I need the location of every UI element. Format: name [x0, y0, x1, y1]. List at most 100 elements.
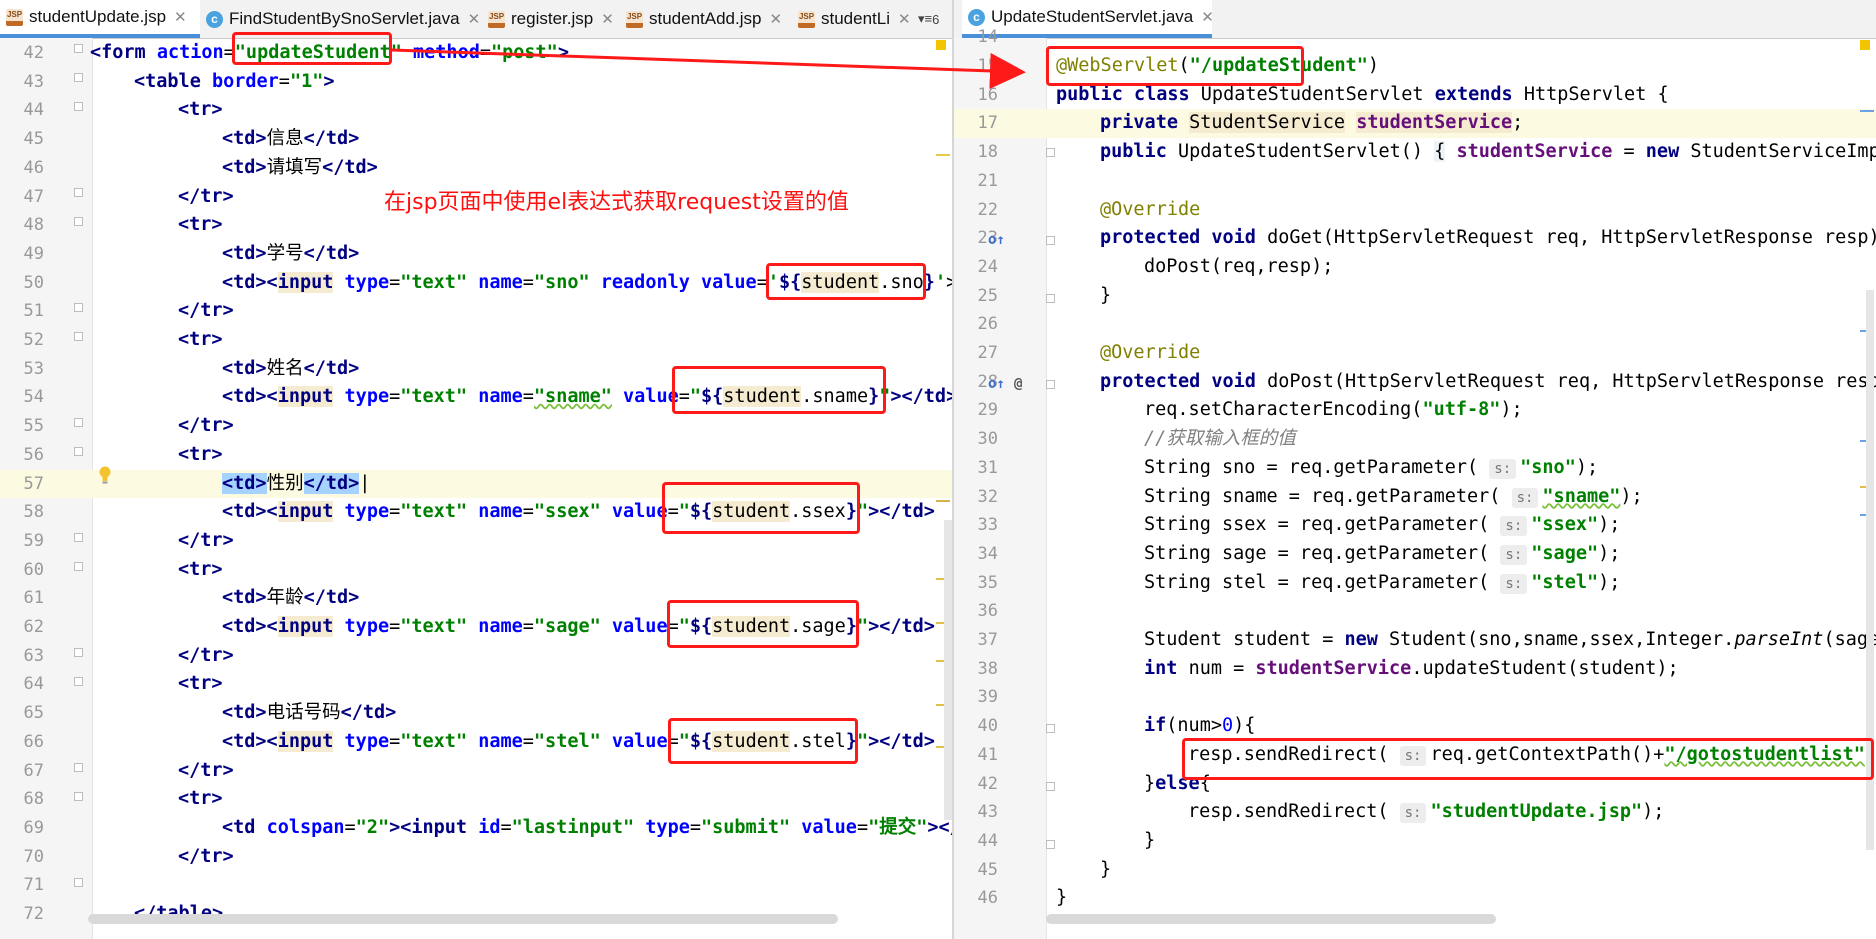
close-icon[interactable]: ✕: [174, 8, 187, 26]
code-line: 46 <td>请填写</td>: [23, 156, 378, 178]
left-tab-bar: JSP studentUpdate.jsp ✕ c FindStudentByS…: [0, 0, 952, 39]
code-line: 43 resp.sendRedirect( s: "studentUpdate.js…: [977, 801, 1665, 824]
tab-findstudentbysnoservlet[interactable]: c FindStudentBySnoServlet.java ✕: [200, 0, 482, 38]
code-line: 62 <td><input type="text" name="sage" val…: [23, 616, 935, 637]
code-line: 40 if(num>0){: [977, 715, 1256, 737]
java-editor-pane[interactable]: c UpdateStudentServlet.java ✕ 14 15 @WebS…: [952, 0, 1876, 939]
at-sign-icon[interactable]: @: [1014, 376, 1022, 392]
marker[interactable]: [1860, 110, 1874, 112]
java-class-icon: c: [206, 10, 223, 28]
fold-marker[interactable]: [74, 763, 83, 772]
code-line: 28 protected void doPost(HttpServletReque…: [977, 370, 1876, 392]
code-line: 34 String sage = req.getParameter( s: "sag…: [977, 542, 1621, 565]
fold-marker[interactable]: [1046, 782, 1055, 791]
fold-marker[interactable]: [74, 332, 83, 341]
code-line: 52 <tr>: [23, 329, 223, 350]
fold-marker[interactable]: [74, 677, 83, 686]
warning-stripe-icon[interactable]: [936, 40, 946, 50]
code-line: 42}else{: [977, 772, 1211, 794]
fold-marker[interactable]: [74, 217, 83, 226]
code-line: 45}: [977, 858, 1112, 880]
fold-marker[interactable]: [74, 418, 83, 427]
code-line: 58 <td><input type="text" name="ssex" val…: [23, 501, 935, 523]
jsp-file-icon: JSP: [626, 10, 643, 28]
fold-marker[interactable]: [1046, 294, 1055, 303]
code-line: 14: [977, 27, 998, 47]
code-line: 32 String sname = req.getParameter( s: "sn…: [977, 485, 1643, 508]
code-line-current: 57 <td>性别</td>|: [0, 469, 952, 499]
lightbulb-icon[interactable]: [98, 466, 112, 484]
code-line: 67 </tr>: [23, 759, 234, 781]
override-gutter-icon[interactable]: o↑: [988, 376, 1005, 392]
tab-label: studentUpdate.jsp: [29, 7, 167, 26]
code-line: 41 resp.sendRedirect( s: req.getContextPat…: [977, 743, 1876, 766]
code-line: 25}: [977, 284, 1112, 306]
code-line: 64 <tr>: [23, 673, 223, 695]
horizontal-scrollbar[interactable]: [88, 914, 838, 924]
fold-marker[interactable]: [1046, 840, 1055, 849]
fold-marker[interactable]: [74, 188, 83, 197]
fold-marker[interactable]: [74, 562, 83, 571]
code-line: 46}: [977, 887, 1068, 909]
tab-studentadd-jsp[interactable]: JSP studentAdd.jsp ✕: [620, 0, 792, 38]
tab-register-jsp[interactable]: JSP register.jsp ✕: [482, 0, 620, 38]
jsp-editor-pane[interactable]: JSP studentUpdate.jsp ✕ c FindStudentByS…: [0, 0, 952, 939]
code-line: 29 req.setCharacterEncoding("utf-8");: [977, 399, 1523, 421]
code-line: 43 <table border="1">: [23, 70, 335, 92]
fold-marker[interactable]: [74, 73, 83, 82]
fold-marker[interactable]: [74, 303, 83, 312]
tab-studentupdate-jsp[interactable]: JSP studentUpdate.jsp ✕: [0, 0, 200, 38]
chevron-down-icon: ▾≡: [918, 11, 933, 26]
horizontal-scrollbar[interactable]: [1046, 914, 1496, 924]
vertical-scrollbar[interactable]: [944, 520, 952, 820]
java-code-area[interactable]: 14 15 @WebServlet("/updateStudent") 16 pub…: [954, 27, 1876, 939]
code-line: 36: [977, 601, 998, 622]
fold-marker[interactable]: [74, 533, 83, 542]
code-line: 26: [977, 314, 998, 335]
tab-studentlist-jsp[interactable]: JSP studentLi ✕: [792, 0, 917, 38]
code-line: 60 <tr>: [23, 558, 223, 580]
close-icon[interactable]: ✕: [769, 10, 782, 28]
code-line: 16 public class UpdateStudentServlet exte…: [977, 83, 1669, 105]
code-line: 27 @Override: [977, 342, 1201, 363]
fold-marker[interactable]: [74, 792, 83, 801]
close-icon[interactable]: ✕: [898, 10, 911, 28]
code-line: 49 <td>学号</td>: [23, 242, 360, 264]
code-line: 68 <tr>: [23, 788, 223, 810]
fold-marker[interactable]: [1046, 236, 1055, 245]
annotation-note: 在jsp页面中使用el表达式获取request设置的值: [384, 190, 849, 215]
fold-marker[interactable]: [1046, 380, 1055, 389]
fold-marker[interactable]: [1046, 148, 1055, 157]
tab-label: studentAdd.jsp: [649, 9, 762, 28]
fold-marker[interactable]: [74, 878, 83, 887]
fold-marker[interactable]: [74, 648, 83, 657]
jsp-code-area[interactable]: 42 <form action="updateStudent" method="p…: [0, 38, 952, 939]
code-line: 22 @Override: [977, 198, 1201, 220]
code-line: 35 String stel = req.getParameter( s: "ste…: [977, 571, 1621, 594]
vertical-scrollbar[interactable]: [1866, 290, 1874, 850]
code-line: 65 <td>电话号码</td>: [23, 702, 397, 724]
tab-overflow-button[interactable]: ▾≡ 6: [918, 0, 939, 38]
code-line: 59 </tr>: [23, 529, 234, 551]
code-line: 38 int num = studentService.updateStudent…: [977, 657, 1679, 679]
close-icon[interactable]: ✕: [601, 10, 614, 28]
code-line: 63 </tr>: [23, 644, 234, 666]
fold-marker[interactable]: [74, 102, 83, 111]
jsp-file-icon: JSP: [6, 8, 23, 26]
code-line: 44}: [977, 829, 1156, 851]
close-icon[interactable]: ✕: [468, 10, 481, 28]
fold-marker[interactable]: [1046, 724, 1055, 733]
code-line: 33 String ssex = req.getParameter( s: "sse…: [977, 514, 1621, 537]
code-line: 18 public UpdateStudentServlet() { studen…: [977, 141, 1876, 163]
marker[interactable]: [936, 500, 950, 502]
code-line: 51 </tr>: [23, 300, 234, 322]
code-line: 53 <td>姓名</td>: [23, 357, 360, 379]
fold-marker[interactable]: [74, 44, 83, 53]
fold-marker[interactable]: [74, 447, 83, 456]
code-line: 15 @WebServlet("/updateStudent"): [977, 55, 1380, 76]
code-line: 70 </tr>: [23, 845, 234, 867]
marker[interactable]: [936, 154, 950, 156]
override-gutter-icon[interactable]: o↑: [988, 232, 1005, 248]
code-line: 56 <tr>: [23, 443, 223, 465]
warning-stripe-icon[interactable]: [1860, 40, 1870, 50]
